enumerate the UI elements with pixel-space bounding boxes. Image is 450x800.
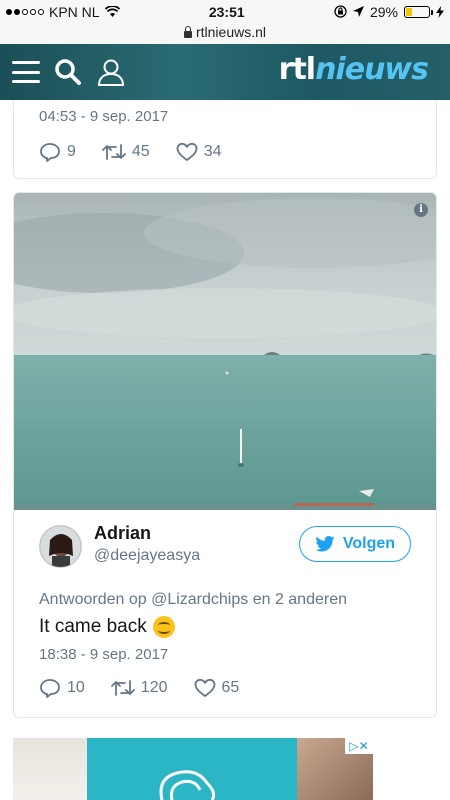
tweet-photo[interactable]: i — [14, 193, 436, 510]
info-icon[interactable]: i — [414, 203, 428, 217]
adchoices-icon[interactable]: ▷✕ — [345, 738, 373, 754]
retweet-icon — [102, 144, 126, 160]
avatar-image — [40, 526, 81, 567]
tweet-actions: 9 45 34 — [39, 142, 248, 162]
avatar[interactable] — [39, 525, 82, 568]
author-name[interactable]: Adrian — [94, 523, 151, 544]
retweet-button[interactable]: 45 — [102, 143, 150, 161]
search-icon — [55, 59, 81, 85]
rotation-lock-icon — [334, 5, 347, 18]
location-icon — [352, 6, 364, 17]
follow-button[interactable]: Volgen — [299, 526, 411, 562]
tweet-actions: 10 120 65 — [39, 678, 265, 698]
like-button[interactable]: 65 — [194, 678, 240, 698]
like-button[interactable]: 34 — [176, 142, 222, 162]
rtl-nieuws-logo[interactable]: rtlnieuws — [279, 52, 429, 87]
account-button[interactable] — [96, 57, 126, 87]
charging-icon — [435, 5, 444, 18]
like-count: 65 — [221, 679, 240, 696]
battery-percent: 29% — [369, 3, 398, 20]
retweet-icon — [110, 680, 135, 696]
tweet-author: Adrian @deejayeasya Volgen — [39, 523, 411, 573]
status-left: KPN NL — [6, 4, 120, 20]
reply-context[interactable]: Antwoorden op @Lizardchips en 2 anderen — [39, 591, 347, 609]
ad-image-left — [13, 738, 87, 800]
url-text: rtlnieuws.nl — [195, 24, 267, 40]
user-icon — [97, 59, 125, 86]
tweet-timestamp[interactable]: 04:53 - 9 sep. 2017 — [39, 108, 168, 125]
retweet-button[interactable]: 120 — [110, 679, 168, 697]
menu-icon[interactable] — [12, 61, 40, 83]
reply-button[interactable]: 9 — [39, 142, 76, 162]
retweet-count: 120 — [140, 679, 168, 696]
reply-icon — [40, 143, 60, 162]
status-bar: KPN NL 23:51 29% — [0, 0, 450, 23]
site-header: rtlnieuws — [0, 44, 450, 100]
battery-icon — [403, 5, 433, 18]
signal-icon — [6, 8, 44, 15]
tweet-card[interactable]: i Adrian @deejayeasya Volgen Antwoorden … — [13, 192, 437, 718]
smiling-face-emoji-icon — [152, 616, 175, 638]
ad-image-center — [87, 738, 297, 800]
url-bar[interactable]: rtlnieuws.nl — [0, 23, 450, 44]
lock-icon — [183, 26, 192, 38]
author-handle[interactable]: @deejayeasya — [94, 547, 200, 565]
twitter-bird-icon — [315, 536, 335, 552]
carrier-name: KPN NL — [49, 3, 100, 20]
heart-icon — [176, 142, 198, 162]
reply-count: 9 — [67, 143, 76, 160]
advertisement-banner[interactable]: ▷✕ — [13, 738, 373, 800]
reply-count: 10 — [67, 679, 85, 696]
like-count: 34 — [203, 143, 222, 160]
wifi-icon — [104, 6, 120, 17]
tweet-text: It came back — [39, 616, 147, 637]
tweet-card-previous[interactable]: 04:53 - 9 sep. 2017 9 45 34 — [13, 100, 437, 179]
retweet-count: 45 — [131, 143, 150, 160]
follow-label: Volgen — [342, 535, 396, 552]
tweet-text-row: It came back — [39, 616, 175, 638]
search-button[interactable] — [54, 58, 82, 86]
heart-icon — [194, 678, 215, 698]
reply-icon — [40, 679, 60, 698]
reply-button[interactable]: 10 — [39, 678, 85, 698]
sea-photo-image — [14, 193, 436, 510]
status-right: 29% — [334, 4, 444, 20]
status-time: 23:51 — [208, 3, 245, 20]
tweet-timestamp[interactable]: 18:38 - 9 sep. 2017 — [39, 646, 168, 663]
